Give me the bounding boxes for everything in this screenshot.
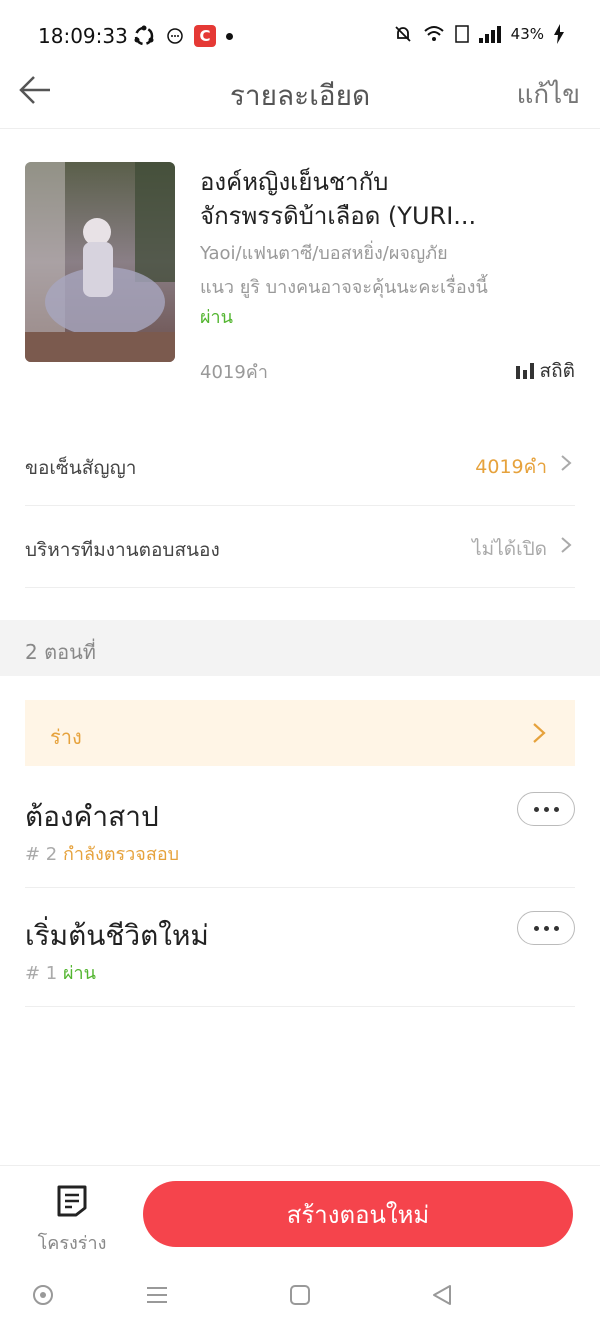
back-triangle-icon[interactable] — [430, 1283, 454, 1307]
sync-icon — [134, 25, 154, 46]
episode-status: กำลังตรวจสอบ — [63, 844, 180, 865]
chat-icon — [167, 28, 183, 44]
stats-button[interactable]: สถิติ — [515, 356, 575, 386]
episode-item[interactable]: ต้องคำสาป # 2 กำลังตรวจสอบ — [25, 767, 575, 888]
mute-bell-icon — [395, 26, 411, 42]
status-time: 18:09:33 — [38, 24, 128, 48]
book-genre: Yaoi/แฟนตาซี/บอสหยิ่ง/ผจญภัย — [200, 243, 448, 264]
team-response-label: บริหารทีมงานตอบสนอง — [25, 539, 220, 561]
system-nav-bar — [0, 1265, 600, 1333]
episode-title: เริ่มต้นชีวิตใหม่ — [25, 919, 209, 952]
stats-label: สถิติ — [539, 360, 575, 382]
more-options-button[interactable] — [517, 792, 575, 826]
episode-number: # 1 — [25, 963, 58, 984]
team-response-row[interactable]: บริหารทีมงานตอบสนอง ไม่ได้เปิด — [25, 507, 575, 588]
contract-value: 4019คำ — [475, 456, 547, 478]
episode-number: # 2 — [25, 844, 58, 865]
signal-icon — [478, 26, 501, 43]
more-options-button[interactable] — [517, 911, 575, 945]
charging-icon — [554, 24, 564, 44]
header: รายละเอียด แก้ไข — [0, 58, 600, 129]
episode-title: ต้องคำสาป — [25, 800, 159, 833]
episode-meta: # 2 กำลังตรวจสอบ — [25, 839, 179, 868]
home-square-icon[interactable] — [288, 1283, 312, 1307]
contract-row[interactable]: ขอเซ็นสัญญา 4019คำ — [25, 425, 575, 506]
page-title: รายละเอียด — [229, 79, 371, 112]
outline-button[interactable]: โครงร่าง — [30, 1184, 114, 1257]
episode-meta: # 1 ผ่าน — [25, 958, 96, 987]
book-word-count: 4019คำ — [200, 362, 268, 383]
notes-icon — [57, 1185, 87, 1217]
episode-count: 2 ตอนที่ — [25, 640, 96, 664]
app-c-icon: C — [194, 25, 216, 47]
team-response-value: ไม่ได้เปิด — [472, 538, 547, 560]
contract-label: ขอเซ็นสัญญา — [25, 457, 137, 479]
book-title-line-1: องค์หญิงเย็นชากับ — [200, 168, 389, 196]
drafts-label: ร่าง — [50, 725, 82, 749]
chevron-right-icon — [533, 723, 546, 743]
episode-item[interactable]: เริ่มต้นชีวิตใหม่ # 1 ผ่าน — [25, 886, 575, 1007]
chevron-right-icon — [561, 455, 572, 471]
assistant-circle-icon[interactable] — [31, 1283, 55, 1307]
menu-icon[interactable] — [145, 1283, 169, 1307]
wifi-icon — [423, 26, 444, 41]
edit-button[interactable]: แก้ไข — [517, 74, 580, 115]
notification-icons: C — [132, 24, 233, 48]
battery-percent: 43% — [510, 25, 544, 43]
drafts-row[interactable]: ร่าง — [25, 700, 575, 766]
book-title[interactable]: องค์หญิงเย็นชากับ จักรพรรดิบ้าเลือด (YUR… — [200, 165, 580, 233]
system-icons: 43% — [393, 24, 564, 44]
dot-icon — [226, 32, 233, 40]
bar-chart-icon — [515, 363, 534, 379]
book-description: แนว ยูริ บางคนอาจจะคุ้นนะคะเรื่องนี้ — [200, 277, 488, 298]
book-cover[interactable] — [25, 162, 175, 362]
episode-status: ผ่าน — [63, 963, 96, 984]
outline-label: โครงร่าง — [37, 1233, 107, 1254]
volte-icon — [454, 25, 469, 43]
chevron-right-icon — [561, 537, 572, 553]
book-title-line-2: จักรพรรดิบ้าเลือด (YURI... — [200, 202, 477, 230]
book-status: ผ่าน — [200, 307, 233, 328]
bottom-action-bar: โครงร่าง สร้างตอนใหม่ — [0, 1165, 600, 1266]
episodes-section-header: 2 ตอนที่ — [0, 620, 600, 676]
create-episode-button[interactable]: สร้างตอนใหม่ — [143, 1181, 573, 1247]
